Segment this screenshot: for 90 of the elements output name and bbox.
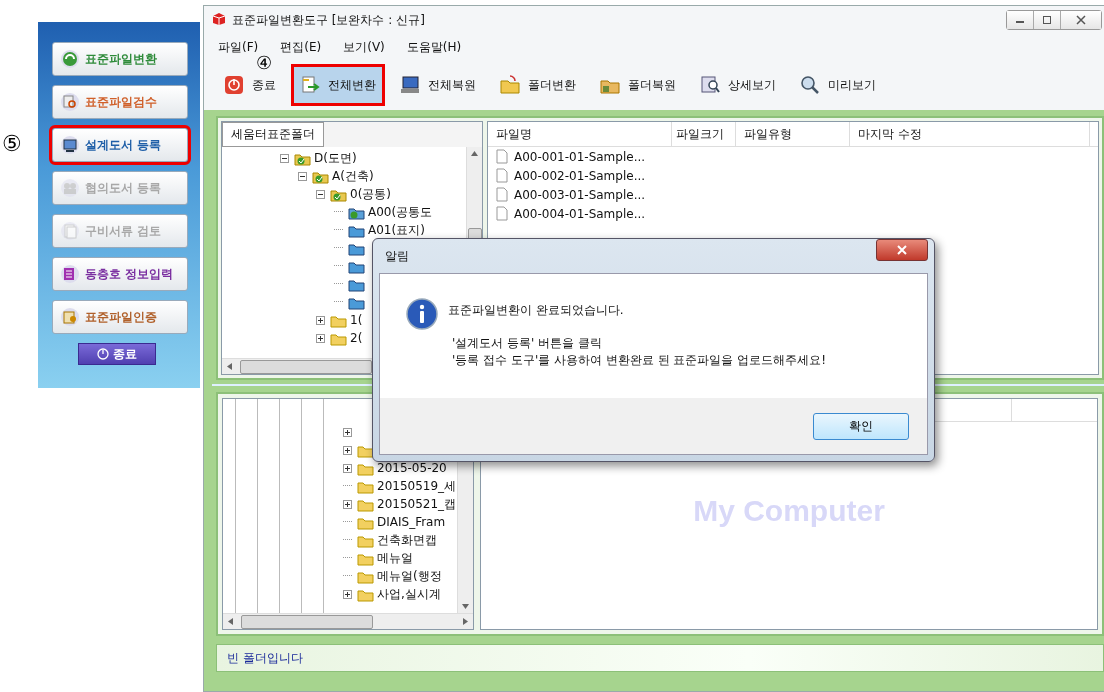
expand-icon[interactable] [343,445,352,455]
tree-item[interactable]: A00(공통도 [368,203,433,221]
tree-item[interactable]: 0(공통) [350,185,391,203]
toolbar-button[interactable]: 폴더복원 [594,67,682,103]
down-arrow-icon [462,604,469,609]
file-icon [496,187,508,202]
tree-item[interactable]: 2( [350,331,363,345]
step-marker: ⑤ [2,133,22,155]
horizontal-scrollbar[interactable] [223,613,473,629]
file-name[interactable]: A00-004-01-Sample... [514,206,646,221]
column-header[interactable]: 파일유형 [736,122,850,146]
document-magnifier-icon [700,75,720,95]
collapse-icon[interactable] [316,189,325,199]
app-icon [212,11,226,26]
menu-item[interactable]: 도움말(H) [406,38,462,56]
tree-item[interactable]: A(건축) [332,167,374,185]
menu-item[interactable]: 보기(V) [343,38,385,56]
tree-item[interactable]: D(도면) [314,149,357,167]
file-name[interactable]: A00-001-01-Sample... [514,149,646,164]
maximize-icon [1042,15,1052,25]
up-arrow-icon [471,151,478,156]
search-icon [800,75,820,95]
expand-icon[interactable] [343,463,352,473]
tree-item[interactable]: 메뉴얼 [377,549,413,567]
collapse-icon[interactable] [298,171,307,181]
dialog-message: 표준파일변환이 완료되었습니다. [448,302,625,319]
close-button[interactable] [876,239,928,261]
column-header[interactable]: 마지막 수정 [850,122,1090,146]
tree-item[interactable]: 메뉴얼(행정 [377,567,442,585]
minimize-button[interactable] [1007,11,1034,29]
scroll-thumb[interactable] [241,614,373,629]
exit-button[interactable]: 종료 [78,343,156,365]
tree-item[interactable]: DIAIS_Fram [377,515,446,529]
file-name[interactable]: A00-003-01-Sample... [514,187,646,202]
sidebar-button[interactable]: 표준파일변환 [52,42,188,76]
menu-item[interactable]: 편집(E) [280,38,322,56]
close-icon [897,245,907,255]
file-name[interactable]: A00-002-01-Sample... [514,168,646,183]
computer-icon [400,75,420,95]
expand-icon[interactable] [343,427,352,437]
right-arrow-icon [463,618,468,625]
tree-item[interactable]: 20150521_캡 [377,495,457,513]
power-icon [97,348,109,360]
toolbar-button[interactable]: 전체변환 [294,67,382,103]
left-arrow-icon [227,363,232,370]
menu-item[interactable]: 파일(F) [218,38,259,56]
tree-item[interactable]: A01(표지) [368,221,425,239]
column-header[interactable]: 파일명 [488,122,672,146]
document-arrow-icon [300,75,320,95]
tree-item[interactable]: 사업,실시계 [377,585,441,603]
file-icon [496,168,508,183]
tree-item[interactable]: 2015-05-20 [377,461,447,475]
folder-arrow-icon [500,75,520,95]
sidebar-button[interactable]: 동층호 정보입력 [52,257,188,291]
tree-item[interactable]: 1( [350,313,363,327]
expand-icon[interactable] [316,315,325,325]
maximize-button[interactable] [1034,11,1061,29]
file-icon [496,206,508,221]
tree-item[interactable]: 20150519_세 [377,477,457,495]
close-icon [1076,15,1086,25]
close-button[interactable] [1061,11,1101,29]
sidebar-button[interactable]: 표준파일인증 [52,300,188,334]
power-icon [224,75,244,95]
window-title: 표준파일변환도구 [보완차수 : 신규] [232,11,425,29]
toolbar-button[interactable]: 폴더변환 [494,67,582,103]
monitor-icon [62,137,78,153]
tree-item[interactable]: 건축화면캡 [377,531,437,549]
scroll-thumb[interactable] [240,359,372,374]
toolbar-button[interactable]: 전체복원 [394,67,482,103]
dialog-title: 알림 [385,247,409,265]
sidebar-button[interactable]: 표준파일검수 [52,85,188,119]
dialog-instruction: '설계도서 등록' 버튼을 클릭 [452,335,604,352]
toolbar-button[interactable]: 상세보기 [694,67,782,103]
document-icon [62,223,78,239]
ok-button[interactable]: 확인 [813,412,909,440]
sidebar-button[interactable]: 설계도서 등록 [52,128,188,162]
collapse-icon[interactable] [280,153,289,163]
step-marker: ④ [256,54,272,72]
file-icon [496,149,508,164]
folder-tab[interactable]: 세움터표준폴더 [222,122,324,147]
status-text: 빈 폴더입니다 [227,649,303,667]
expand-icon[interactable] [343,589,352,599]
info-icon [406,298,438,330]
column-header[interactable]: 파일크기 [672,122,736,146]
dialog-instruction: '등록 접수 도구'를 사용하여 변환완료 된 표준파일을 업로드해주세요! [452,352,827,369]
people-icon [62,180,78,196]
expand-icon[interactable] [343,499,352,509]
toolbar-button[interactable]: 미리보기 [794,67,882,103]
left-arrow-icon [228,618,233,625]
expand-icon[interactable] [316,333,325,343]
